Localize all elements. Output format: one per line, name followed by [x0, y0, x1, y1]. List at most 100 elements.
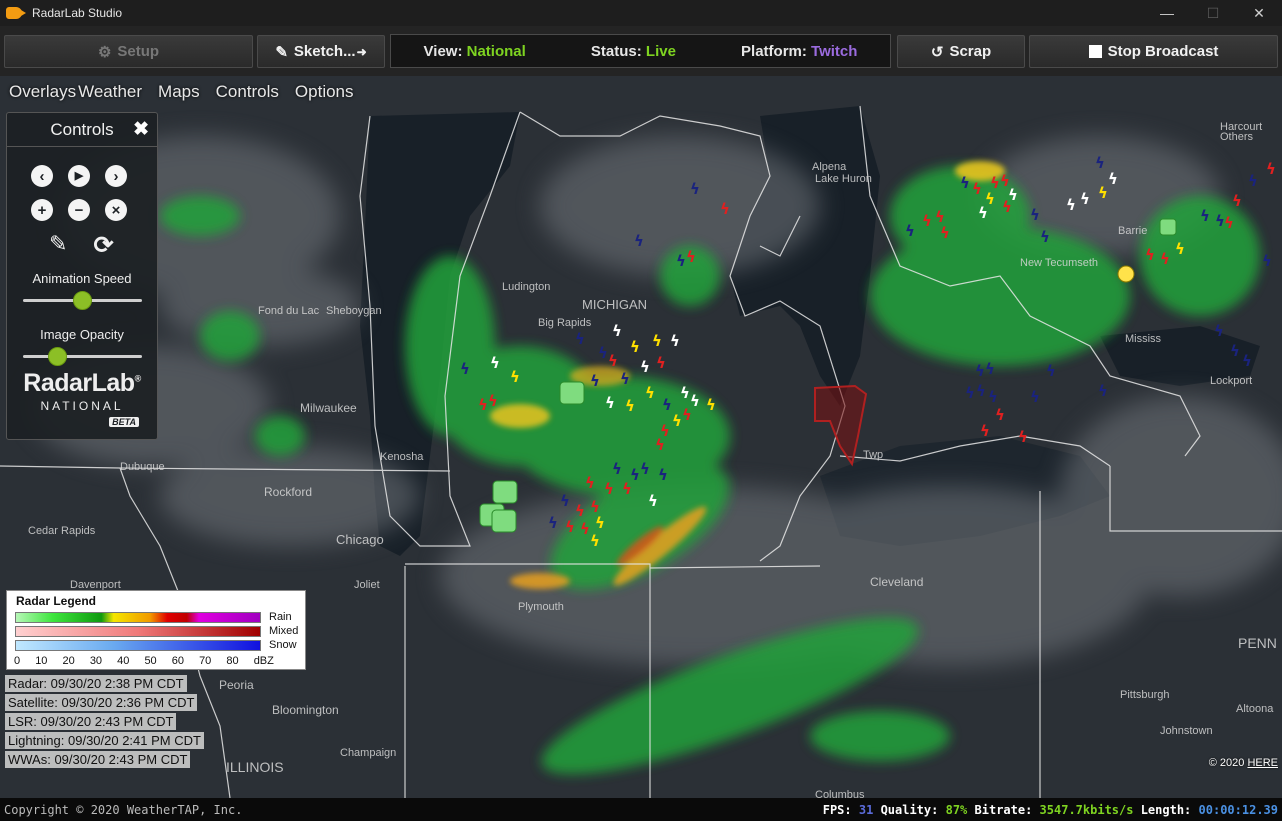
reset-icon[interactable]: ×: [105, 199, 127, 221]
label-illinois: ILLINOIS: [226, 759, 284, 775]
menu-overlays[interactable]: Overlays: [9, 82, 76, 102]
svg-text:ϟ: ϟ: [1066, 196, 1076, 214]
gear-icon: ⚙: [97, 43, 112, 61]
arrow-right-icon: ➜: [356, 44, 367, 59]
status-value: Live: [645, 42, 676, 60]
svg-text:ϟ: ϟ: [1145, 246, 1155, 264]
controls-panel: Controls ✖ ‹ ▶ › + − × ✎ ⟳ Animation Spe…: [6, 112, 158, 440]
svg-text:ϟ: ϟ: [575, 502, 585, 520]
svg-text:ϟ: ϟ: [478, 396, 488, 414]
zoom-in-icon[interactable]: +: [31, 199, 53, 221]
satellite-timestamp: Satellite: 09/30/20 2:36 PM CDT: [5, 694, 198, 711]
svg-text:ϟ: ϟ: [1160, 250, 1170, 268]
animation-speed-thumb[interactable]: [73, 291, 92, 310]
map-credit: © 2020 HERE: [1208, 757, 1278, 769]
svg-text:ϟ: ϟ: [1098, 382, 1108, 400]
svg-text:ϟ: ϟ: [648, 492, 658, 510]
chevron-left-icon[interactable]: ‹: [31, 165, 53, 187]
svg-text:ϟ: ϟ: [620, 370, 630, 388]
bitrate-value: 3547.7kbits/s: [1039, 802, 1134, 817]
wwa-timestamp: WWAs: 09/30/20 2:43 PM CDT: [5, 751, 191, 768]
legend-ticks: 0 10 20 30 40 50 60 70 80 dBZ: [14, 655, 274, 667]
menu-controls[interactable]: Controls: [216, 82, 279, 102]
svg-text:ϟ: ϟ: [652, 332, 662, 350]
radar-map[interactable]: ϟ ϟ ϟ ϟ ϟ ϟ ϟ ϟ ϟ ϟ ϟ ϟ ϟ ϟ ϟ ϟ ϟ ϟ ϟ ϟ …: [0, 76, 1282, 798]
label-michigan: MICHIGAN: [582, 297, 647, 312]
svg-text:ϟ: ϟ: [1232, 192, 1242, 210]
play-icon[interactable]: ▶: [68, 165, 90, 187]
svg-text:ϟ: ϟ: [595, 514, 605, 532]
svg-text:ϟ: ϟ: [1200, 207, 1210, 225]
svg-text:ϟ: ϟ: [640, 358, 650, 376]
animation-speed-slider[interactable]: [23, 291, 142, 310]
label-alpena: Alpena: [812, 161, 847, 173]
logo-national: NATIONAL: [40, 399, 124, 413]
svg-text:ϟ: ϟ: [1175, 240, 1185, 258]
svg-text:ϟ: ϟ: [656, 354, 666, 372]
svg-text:ϟ: ϟ: [676, 252, 686, 270]
svg-text:ϟ: ϟ: [980, 422, 990, 440]
view-status: View: National: [423, 42, 526, 60]
minimize-button[interactable]: —: [1144, 0, 1190, 26]
sketch-button[interactable]: ✎ Sketch... ➜: [257, 35, 385, 68]
pencil-icon[interactable]: ✎: [49, 231, 67, 260]
label-lake-huron: Lake Huron: [815, 173, 872, 185]
broadcast-stats: FPS: 31 Quality: 87% Bitrate: 3547.7kbit…: [822, 802, 1278, 817]
svg-text:ϟ: ϟ: [1018, 428, 1028, 446]
svg-text:ϟ: ϟ: [1080, 190, 1090, 208]
stop-broadcast-button[interactable]: Stop Broadcast: [1029, 35, 1278, 68]
scrap-button[interactable]: ↺ Scrap: [897, 35, 1025, 68]
menu-options[interactable]: Options: [295, 82, 354, 102]
here-link[interactable]: HERE: [1247, 757, 1278, 769]
controls-header: Controls ✖: [7, 113, 157, 147]
image-opacity-slider[interactable]: [23, 347, 142, 366]
svg-text:ϟ: ϟ: [460, 360, 470, 378]
svg-text:ϟ: ϟ: [488, 392, 498, 410]
svg-text:ϟ: ϟ: [1230, 342, 1240, 360]
svg-text:ϟ: ϟ: [590, 372, 600, 390]
chevron-right-icon[interactable]: ›: [105, 165, 127, 187]
svg-text:ϟ: ϟ: [720, 200, 730, 218]
snow-color-bar: [15, 640, 261, 651]
svg-text:ϟ: ϟ: [580, 520, 590, 538]
tool-controls: ✎ ⟳: [49, 231, 114, 260]
svg-text:ϟ: ϟ: [1248, 172, 1258, 190]
svg-text:ϟ: ϟ: [680, 384, 690, 402]
svg-text:ϟ: ϟ: [604, 480, 614, 498]
svg-text:ϟ: ϟ: [1030, 206, 1040, 224]
svg-text:ϟ: ϟ: [662, 396, 672, 414]
label-dubuque: Dubuque: [120, 461, 165, 473]
label-champaign: Champaign: [340, 747, 396, 759]
label-kenosha: Kenosha: [380, 451, 424, 463]
svg-text:ϟ: ϟ: [658, 466, 668, 484]
app-camera-icon: [6, 7, 26, 19]
setup-button[interactable]: ⚙ Setup: [4, 35, 253, 68]
live-status: Status: Live: [590, 42, 676, 60]
menu-weather[interactable]: Weather: [78, 82, 142, 102]
status-panel: View: National Status: Live Platform: Tw…: [390, 34, 891, 68]
legend-rain-label: Rain: [269, 611, 292, 623]
legend-mixed-label: Mixed: [269, 625, 299, 637]
lsr-timestamp: LSR: 09/30/20 2:43 PM CDT: [5, 713, 177, 730]
refresh-icon[interactable]: ⟳: [93, 231, 113, 260]
svg-text:ϟ: ϟ: [1030, 388, 1040, 406]
legend-snow-label: Snow: [269, 639, 297, 651]
svg-text:ϟ: ϟ: [1242, 352, 1252, 370]
menu-maps[interactable]: Maps: [158, 82, 200, 102]
svg-text:ϟ: ϟ: [686, 248, 696, 266]
svg-text:ϟ: ϟ: [640, 460, 650, 478]
setup-label: Setup: [117, 43, 160, 60]
svg-text:ϟ: ϟ: [655, 436, 665, 454]
svg-text:ϟ: ϟ: [575, 330, 585, 348]
svg-text:ϟ: ϟ: [995, 406, 1005, 424]
svg-text:ϟ: ϟ: [490, 354, 500, 372]
close-icon[interactable]: ✖: [133, 118, 149, 141]
zoom-out-icon[interactable]: −: [68, 199, 90, 221]
label-new-tecumseth: New Tecumseth: [1020, 257, 1098, 269]
stop-icon: [1088, 45, 1102, 58]
close-window-button[interactable]: ✕: [1236, 0, 1282, 26]
svg-text:ϟ: ϟ: [706, 396, 716, 414]
maximize-button[interactable]: ☐: [1190, 0, 1236, 26]
image-opacity-thumb[interactable]: [48, 347, 67, 366]
svg-text:ϟ: ϟ: [634, 232, 644, 250]
